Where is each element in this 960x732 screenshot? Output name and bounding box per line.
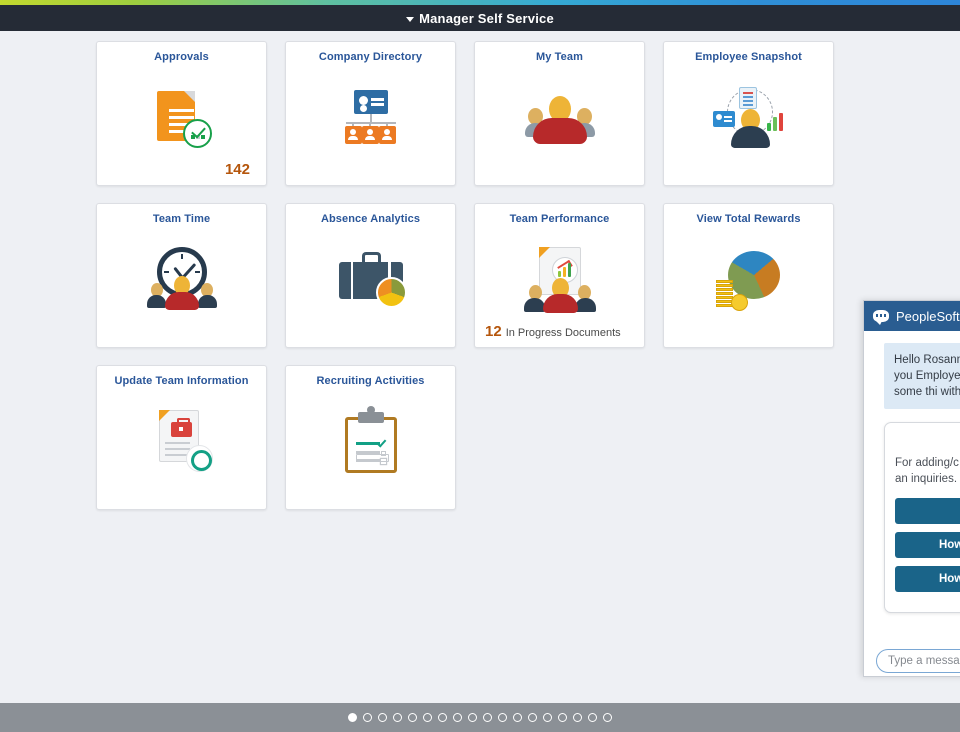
tile-team-time[interactable]: Team Time	[96, 203, 267, 348]
header-dropdown[interactable]: Manager Self Service	[406, 11, 554, 26]
tile-art	[286, 70, 455, 166]
chatbot-title: PeopleSoft P	[896, 308, 960, 324]
pager-dot[interactable]	[453, 713, 462, 722]
pager-dot[interactable]	[528, 713, 537, 722]
clipboard-checklist-icon	[344, 406, 397, 473]
pager-dot[interactable]	[588, 713, 597, 722]
document-briefcase-refresh-icon	[151, 410, 213, 474]
tile-update-team-information[interactable]: Update Team Information	[96, 365, 267, 510]
tile-art	[286, 232, 455, 328]
chat-bubble-icon	[873, 310, 889, 325]
tile-grid: Approvals 142 Company Directory My Team …	[96, 41, 886, 527]
pager-dot[interactable]	[378, 713, 387, 722]
tile-title: Employee Snapshot	[695, 51, 802, 63]
tile-employee-snapshot[interactable]: Employee Snapshot	[663, 41, 834, 186]
tile-view-total-rewards[interactable]: View Total Rewards	[663, 203, 834, 348]
tile-team-performance[interactable]: Team Performance 12 In Progress Document…	[474, 203, 645, 348]
chat-card-text: For adding/c absences an inquiries.	[895, 457, 960, 485]
chat-card-title: Ab	[895, 434, 960, 448]
pager-dot[interactable]	[408, 713, 417, 722]
tile-art	[97, 232, 266, 328]
pager-dot[interactable]	[513, 713, 522, 722]
tile-title: Recruiting Activities	[316, 375, 425, 387]
pager-dot[interactable]	[393, 713, 402, 722]
tile-approvals[interactable]: Approvals 142	[96, 41, 267, 186]
pager-dot[interactable]	[438, 713, 447, 722]
tile-art	[97, 394, 266, 490]
approvals-document-check-icon	[151, 87, 213, 149]
tile-company-directory[interactable]: Company Directory	[285, 41, 456, 186]
tile-art	[475, 232, 644, 328]
chat-message-input[interactable]	[876, 649, 960, 673]
tile-title: Team Performance	[509, 213, 610, 225]
clock-people-icon	[145, 247, 219, 313]
pager-dot[interactable]	[558, 713, 567, 722]
employee-snapshot-icon	[712, 87, 785, 149]
pager-dot[interactable]	[498, 713, 507, 722]
tile-empty-slot	[663, 365, 834, 510]
chat-greeting-message: Hello Rosann PICASO, you Employee Di are…	[884, 343, 960, 409]
chat-action-button-2[interactable]: How ma	[895, 532, 960, 558]
pager-dot[interactable]	[483, 713, 492, 722]
tile-art	[286, 394, 455, 490]
tile-art	[475, 70, 644, 166]
pie-chart-coins-icon	[714, 249, 784, 311]
tile-row: Team Time Absence Analytics Team Perform…	[96, 203, 886, 348]
in-progress-label: In Progress Documents	[505, 327, 621, 339]
performance-document-people-icon	[523, 247, 597, 313]
tile-art	[664, 70, 833, 166]
tile-absence-analytics[interactable]: Absence Analytics	[285, 203, 456, 348]
in-progress-count: 12	[485, 323, 502, 340]
peoplesoft-homepage: Manager Self Service Approvals 142 Compa…	[0, 0, 960, 732]
tile-my-team[interactable]: My Team	[474, 41, 645, 186]
tile-title: Team Time	[152, 213, 211, 225]
tile-art	[664, 232, 833, 328]
pager-dot[interactable]	[573, 713, 582, 722]
pager-dot[interactable]	[423, 713, 432, 722]
tile-row: Approvals 142 Company Directory My Team …	[96, 41, 886, 186]
tile-title: My Team	[536, 51, 583, 63]
chat-action-button-3[interactable]: How ma	[895, 566, 960, 592]
tile-art	[97, 70, 266, 166]
pager-dot[interactable]	[363, 713, 372, 722]
page-title: Manager Self Service	[419, 10, 554, 26]
tile-recruiting-activities[interactable]: Recruiting Activities	[285, 365, 456, 510]
approvals-count: 142	[224, 161, 250, 178]
tile-empty-slot	[474, 365, 645, 510]
org-chart-icon	[338, 90, 404, 146]
tile-title: Update Team Information	[114, 375, 249, 387]
tile-title: Company Directory	[318, 51, 423, 63]
page-header: Manager Self Service	[0, 5, 960, 31]
chat-action-button-1[interactable]: A	[895, 498, 960, 524]
tile-title: Absence Analytics	[320, 213, 421, 225]
homepage-pager	[0, 703, 960, 732]
pager-dot[interactable]	[348, 713, 357, 722]
people-group-icon	[524, 90, 595, 146]
chatbot-header[interactable]: PeopleSoft P	[864, 301, 960, 331]
briefcase-pie-chart-icon	[335, 252, 407, 308]
tile-row: Update Team Information Recruiting Activ…	[96, 365, 886, 510]
pager-dot[interactable]	[603, 713, 612, 722]
tile-badge: 142	[107, 161, 254, 178]
chatbot-footer	[864, 646, 960, 676]
chat-suggestion-card: Ab For adding/c absences an inquiries. A…	[884, 422, 960, 613]
chevron-down-icon	[406, 16, 415, 22]
chatbot-conversation: Hello Rosann PICASO, you Employee Di are…	[864, 331, 960, 648]
tile-title: View Total Rewards	[696, 213, 801, 225]
tile-title: Approvals	[154, 51, 209, 63]
pager-dot[interactable]	[468, 713, 477, 722]
tile-badge: 12 In Progress Documents	[485, 323, 632, 340]
chatbot-panel: PeopleSoft P Hello Rosann PICASO, you Em…	[863, 300, 960, 677]
pager-dot[interactable]	[543, 713, 552, 722]
